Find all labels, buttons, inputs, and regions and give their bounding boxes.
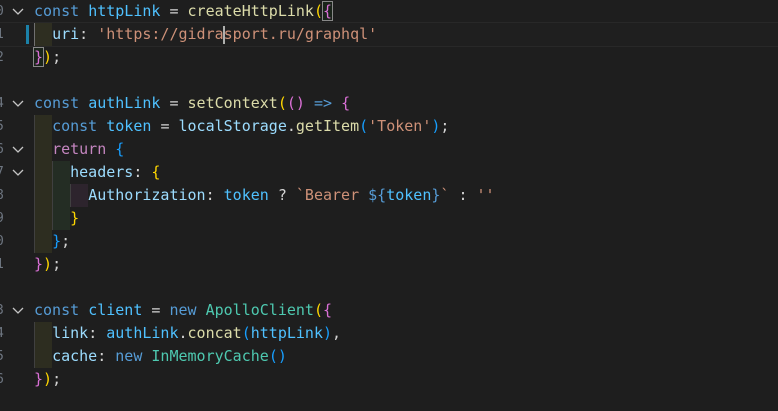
code-editor[interactable]: 0 const httpLink = createHttpLink({ 1 ur… — [0, 0, 778, 411]
gutter: 8 — [0, 184, 30, 207]
code-line[interactable] — [0, 69, 778, 92]
gutter: 6 — [0, 138, 30, 161]
line-number: 4 — [0, 92, 6, 115]
fold-chevron-down-icon[interactable] — [10, 299, 26, 322]
gutter: 1 — [0, 253, 30, 276]
code-content: link: authLink.concat(httpLink), — [52, 324, 342, 342]
line-number: 6 — [0, 138, 6, 161]
line-number: 5 — [0, 115, 6, 138]
fold-chevron-down-icon[interactable] — [10, 92, 26, 115]
code-line[interactable]: 8 Authorization: token ? `Bearer ${token… — [0, 184, 778, 207]
line-number: 4 — [0, 322, 6, 345]
code-line[interactable]: 1 }); — [0, 253, 778, 276]
code-line-current[interactable]: 1 uri: 'https://gidrasport.ru/graphql' — [0, 22, 778, 47]
gutter: 6 — [0, 368, 30, 391]
code-content: }); — [34, 255, 62, 273]
gutter: 1 — [0, 23, 30, 46]
line-number: 0 — [0, 0, 6, 23]
line-number: 5 — [0, 345, 6, 368]
gutter: 0 — [0, 230, 30, 253]
code-content: } — [70, 209, 80, 227]
gutter: 0 — [0, 0, 30, 23]
code-content: const token = localStorage.getItem('Toke… — [52, 117, 450, 135]
line-number: 6 — [0, 368, 6, 391]
code-line[interactable]: 9 } — [0, 207, 778, 230]
fold-chevron-down-icon[interactable] — [10, 0, 26, 23]
code-line[interactable]: 4 const authLink = setContext(() => { — [0, 92, 778, 115]
code-line[interactable]: 0 const httpLink = createHttpLink({ — [0, 0, 778, 23]
gutter: 9 — [0, 207, 30, 230]
code-line[interactable]: 7 headers: { — [0, 161, 778, 184]
code-line[interactable]: 3 const client = new ApolloClient({ — [0, 299, 778, 322]
code-line[interactable]: 5 const token = localStorage.getItem('To… — [0, 115, 778, 138]
gutter: 7 — [0, 161, 30, 184]
gutter: 4 — [0, 92, 30, 115]
code-line[interactable]: 2 }); — [0, 46, 778, 69]
gutter: 5 — [0, 115, 30, 138]
line-number: 3 — [0, 299, 6, 322]
fold-chevron-down-icon[interactable] — [10, 138, 26, 161]
code-content: }; — [52, 232, 71, 250]
code-content: uri: 'https://gidrasport.ru/graphql' — [52, 25, 378, 44]
gutter: 4 — [0, 322, 30, 345]
code-line[interactable]: 6 }); — [0, 368, 778, 391]
code-line[interactable]: 5 cache: new InMemoryCache() — [0, 345, 778, 368]
line-number: 1 — [0, 23, 6, 46]
gutter: 3 — [0, 299, 30, 322]
line-number: 0 — [0, 230, 6, 253]
code-content: const authLink = setContext(() => { — [34, 94, 351, 112]
line-number: 1 — [0, 253, 6, 276]
code-line[interactable]: 0 }; — [0, 230, 778, 253]
gutter: 2 — [0, 46, 30, 69]
code-content: const httpLink = createHttpLink({ — [34, 1, 334, 21]
code-content: return { — [52, 140, 125, 158]
line-number: 7 — [0, 161, 6, 184]
code-line[interactable] — [0, 276, 778, 299]
fold-chevron-down-icon[interactable] — [10, 161, 26, 184]
line-number: 9 — [0, 207, 6, 230]
gutter: 5 — [0, 345, 30, 368]
code-content: cache: new InMemoryCache() — [52, 347, 287, 365]
code-line[interactable]: 6 return { — [0, 138, 778, 161]
code-content: Authorization: token ? `Bearer ${token}`… — [88, 186, 495, 204]
line-number: 2 — [0, 46, 6, 69]
modified-line-marker — [26, 25, 29, 44]
line-number: 8 — [0, 184, 6, 207]
code-line[interactable]: 4 link: authLink.concat(httpLink), — [0, 322, 778, 345]
code-content: headers: { — [70, 163, 161, 181]
code-content: }); — [34, 370, 62, 388]
code-content: const client = new ApolloClient({ — [34, 301, 333, 319]
code-content: }); — [32, 47, 62, 67]
